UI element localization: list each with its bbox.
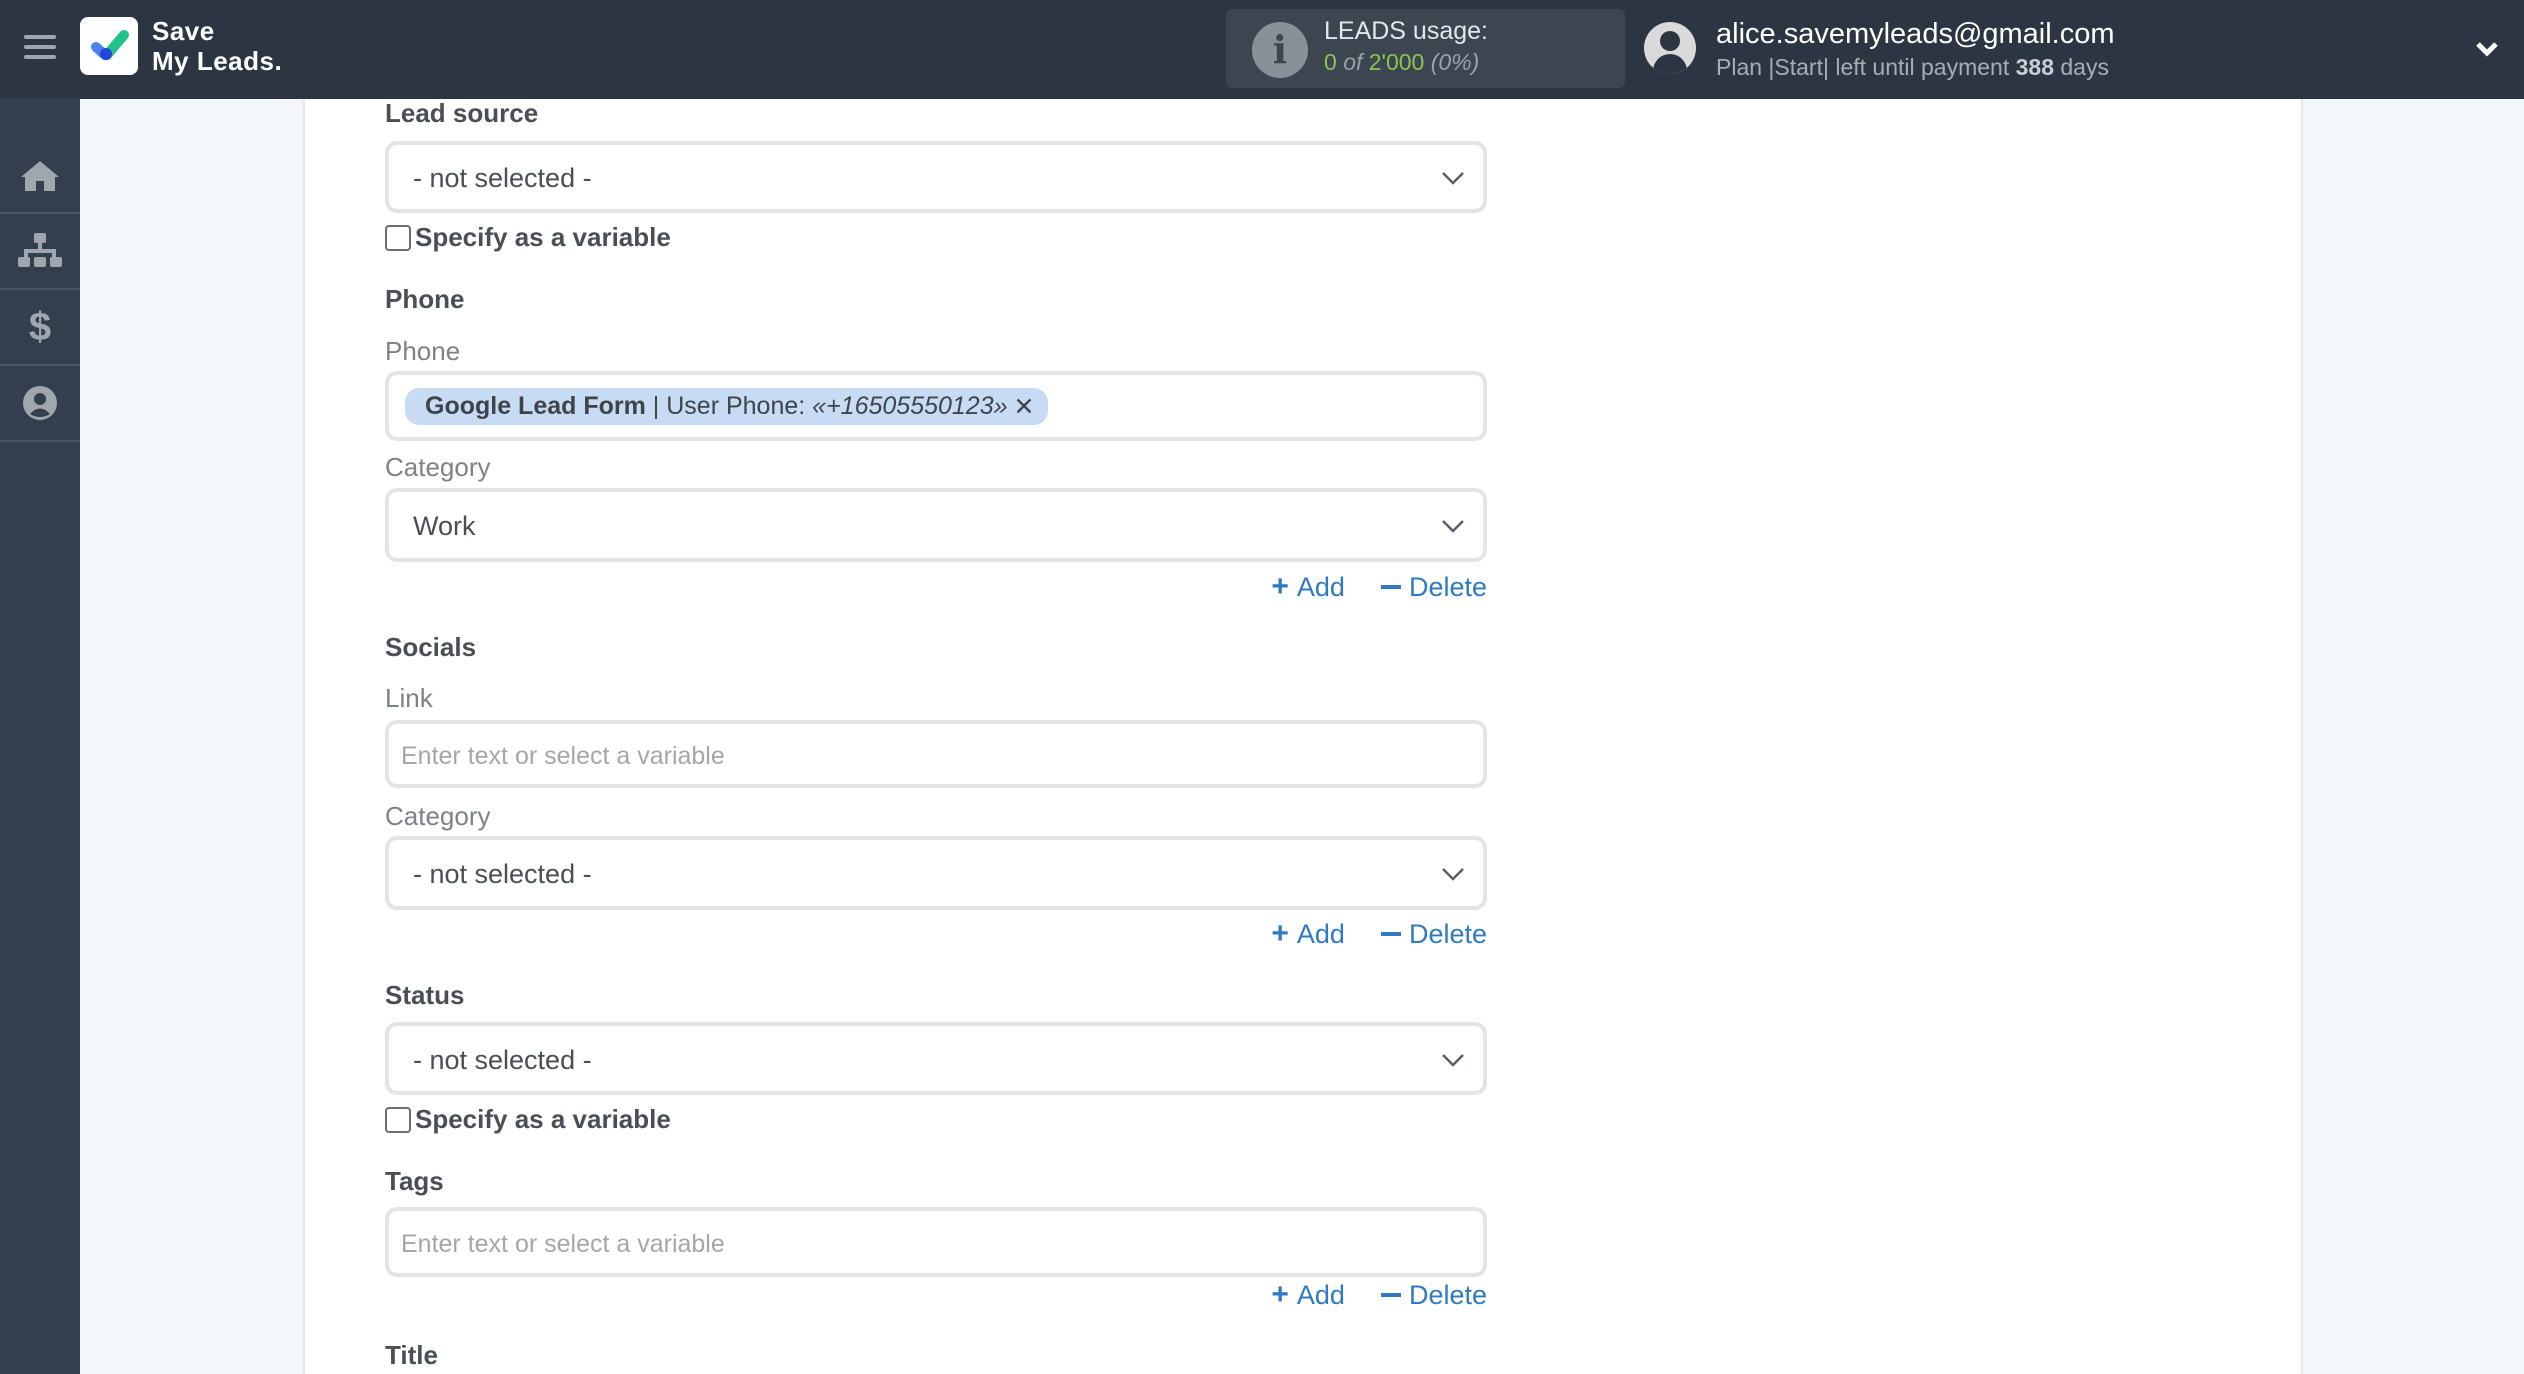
top-header: Save My Leads. i LEADS usage: 0 of 2'000…	[0, 0, 2524, 99]
sidebar-item-connections[interactable]	[0, 214, 80, 290]
add-label: Add	[1296, 1279, 1345, 1310]
usage-percent: (0%)	[1430, 49, 1480, 75]
minus-icon	[1380, 1293, 1401, 1297]
status-label: Status	[385, 980, 465, 1010]
lead-source-value: - not selected -	[413, 163, 592, 193]
minus-icon	[1380, 932, 1401, 936]
leads-usage-panel: i LEADS usage: 0 of 2'000 (0%)	[1226, 9, 1625, 88]
plan-info: Plan |Start| left until payment 388 days	[1716, 54, 2109, 81]
chevron-down-icon	[1442, 868, 1464, 881]
phone-category-select[interactable]: Work	[385, 488, 1487, 562]
usage-count: 0 of 2'000 (0%)	[1324, 49, 1479, 76]
socials-link-placeholder: Enter text or select a variable	[401, 742, 725, 770]
sidebar-item-home[interactable]	[0, 99, 80, 214]
socials-link-input[interactable]: Enter text or select a variable	[385, 720, 1487, 788]
checkbox-icon[interactable]	[385, 224, 411, 251]
account-chevron-down-icon[interactable]	[2474, 36, 2500, 62]
socials-actions: + Add Delete	[1271, 917, 1487, 951]
delete-label: Delete	[1408, 918, 1487, 949]
avatar-icon[interactable]	[1644, 22, 1696, 74]
checkbox-icon[interactable]	[385, 1106, 411, 1133]
brand-name: Save My Leads.	[152, 16, 282, 76]
usage-of: of	[1343, 49, 1363, 75]
delete-label: Delete	[1408, 1279, 1487, 1310]
sidebar-item-account[interactable]	[0, 366, 80, 442]
tag-separator: |	[645, 392, 667, 420]
phone-heading: Phone	[385, 284, 465, 314]
phone-category-label: Category	[385, 452, 491, 482]
info-icon: i	[1252, 22, 1308, 78]
tags-placeholder: Enter text or select a variable	[401, 1230, 725, 1258]
socials-add-button[interactable]: + Add	[1271, 917, 1345, 951]
tag-source: Google Lead Form	[425, 392, 646, 420]
socials-heading: Socials	[385, 632, 477, 662]
tags-actions: + Add Delete	[1271, 1278, 1487, 1312]
plus-icon: +	[1271, 917, 1289, 950]
tag-field: User Phone:	[666, 392, 813, 420]
plus-icon: +	[1271, 1278, 1289, 1311]
socials-delete-button[interactable]: Delete	[1380, 917, 1487, 951]
brand-line-1: Save	[152, 16, 215, 46]
plan-prefix: Plan |Start| left until payment	[1716, 54, 2010, 80]
status-value: - not selected -	[413, 1045, 592, 1075]
logo-icon[interactable]	[80, 17, 138, 75]
socials-category-select[interactable]: - not selected -	[385, 836, 1487, 910]
user-circle-icon	[23, 386, 57, 420]
phone-add-button[interactable]: + Add	[1271, 570, 1345, 604]
sitemap-icon	[18, 233, 62, 267]
chevron-down-icon	[1442, 520, 1464, 533]
usage-total: 2'000	[1368, 49, 1425, 75]
add-label: Add	[1296, 571, 1345, 602]
tags-input[interactable]: Enter text or select a variable	[385, 1207, 1487, 1277]
tags-label: Tags	[385, 1166, 444, 1196]
minus-icon	[1380, 585, 1401, 589]
chevron-down-icon	[1442, 172, 1464, 185]
phone-category-value: Work	[413, 511, 476, 541]
menu-toggle-icon[interactable]	[24, 35, 56, 63]
brand-line-2: My Leads.	[152, 46, 283, 76]
usage-title: LEADS usage:	[1324, 17, 1488, 45]
account-email[interactable]: alice.savemyleads@gmail.com	[1716, 18, 2115, 51]
phone-delete-button[interactable]: Delete	[1380, 570, 1487, 604]
sidebar-item-billing[interactable]: $	[0, 290, 80, 366]
title-label: Title	[385, 1340, 438, 1370]
plan-days: 388	[2015, 54, 2054, 80]
lead-source-specify-checkbox[interactable]: Specify as a variable	[385, 222, 671, 253]
tags-delete-button[interactable]: Delete	[1380, 1278, 1487, 1312]
socials-category-value: - not selected -	[413, 859, 592, 889]
socials-category-label: Category	[385, 801, 491, 831]
status-select[interactable]: - not selected -	[385, 1022, 1487, 1095]
phone-sublabel: Phone	[385, 336, 461, 366]
tag-remove-icon[interactable]: ✕	[1014, 392, 1035, 422]
lead-source-select[interactable]: - not selected -	[385, 141, 1487, 213]
delete-label: Delete	[1408, 571, 1487, 602]
phone-variable-tag: Google Lead Form | User Phone: «+1650555…	[405, 388, 1049, 425]
status-specify-checkbox[interactable]: Specify as a variable	[385, 1104, 671, 1135]
phone-actions: + Add Delete	[1271, 570, 1487, 604]
tags-add-button[interactable]: + Add	[1271, 1278, 1345, 1312]
socials-link-label: Link	[385, 683, 433, 713]
tag-value: «+16505550123»	[812, 392, 1008, 420]
plan-days-suffix: days	[2060, 54, 2109, 80]
specify-label: Specify as a variable	[415, 1104, 671, 1134]
lead-source-label: Lead source	[385, 98, 539, 128]
home-icon	[21, 160, 59, 191]
chevron-down-icon	[1442, 1054, 1464, 1067]
specify-label: Specify as a variable	[415, 222, 671, 252]
usage-used: 0	[1324, 49, 1337, 75]
sidebar: $	[0, 99, 80, 1374]
dollar-icon: $	[28, 304, 52, 349]
add-label: Add	[1296, 918, 1345, 949]
phone-input[interactable]: Google Lead Form | User Phone: «+1650555…	[385, 371, 1487, 441]
plus-icon: +	[1271, 570, 1289, 603]
